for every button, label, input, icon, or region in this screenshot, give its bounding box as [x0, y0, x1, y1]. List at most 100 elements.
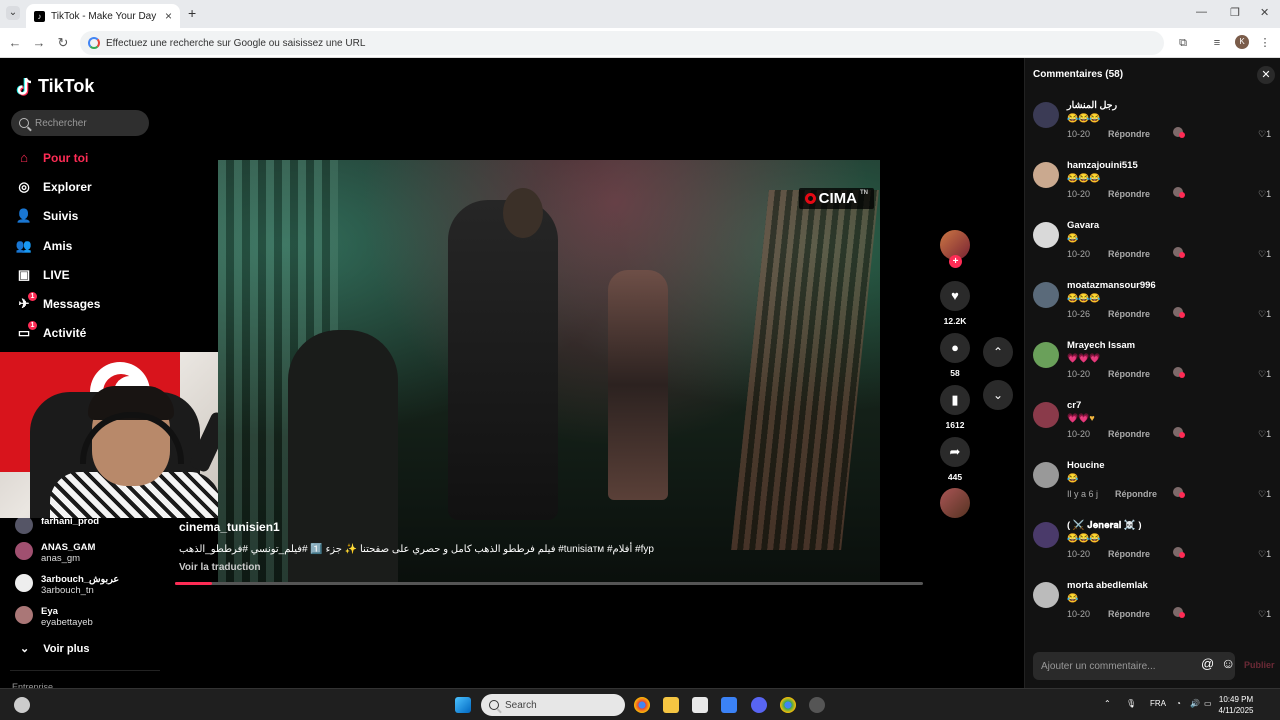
window-close-icon[interactable]: ✕	[1260, 6, 1269, 19]
close-comments-icon[interactable]: ✕	[1257, 66, 1275, 84]
comment-like-button[interactable]: ♡1	[1258, 549, 1271, 560]
tiktok-logo[interactable]: TikTok	[16, 76, 94, 97]
comment-like-button[interactable]: ♡1	[1258, 309, 1271, 320]
reply-button[interactable]: Répondre	[1108, 609, 1150, 619]
previous-video-button[interactable]: ⌃	[983, 337, 1013, 367]
minimize-icon[interactable]: —	[1196, 6, 1207, 18]
see-more-button[interactable]: ⌄ Voir plus	[20, 642, 89, 656]
emoji-icon[interactable]: ☺	[1221, 655, 1235, 671]
avatar[interactable]	[1033, 462, 1059, 488]
avatar[interactable]	[1033, 282, 1059, 308]
nav-activite[interactable]: ▭ 1 Activité	[15, 321, 86, 341]
following-account[interactable]: ANAS_GAM anas_gm	[15, 542, 95, 564]
comment-username[interactable]: hamzajouini515	[1067, 160, 1138, 171]
wifi-icon[interactable]: ◔	[1176, 699, 1181, 708]
reply-button[interactable]: Répondre	[1108, 129, 1150, 139]
nav-explorer[interactable]: ◎ Explorer	[15, 179, 91, 195]
comment-input[interactable]: @ ☺	[1033, 652, 1235, 680]
avatar[interactable]	[1033, 102, 1059, 128]
comment-username[interactable]: Gavara	[1067, 220, 1099, 231]
microphone-icon[interactable]: 🎙	[1126, 699, 1136, 708]
profile-avatar[interactable]: K	[1235, 35, 1249, 49]
obs-icon[interactable]	[809, 697, 825, 713]
post-button[interactable]: Publier	[1244, 660, 1275, 670]
widgets-icon[interactable]	[14, 697, 30, 713]
mention-icon[interactable]: @	[1201, 656, 1214, 671]
avatar[interactable]	[1033, 402, 1059, 428]
browser-menu-icon[interactable]: ⋮	[1258, 36, 1272, 50]
comment-username[interactable]: morta abedlemlak	[1067, 580, 1148, 591]
reload-icon[interactable]: ↻	[54, 34, 72, 52]
comment-username[interactable]: Mrayech Issam	[1067, 340, 1135, 351]
mail-icon[interactable]	[721, 697, 737, 713]
extensions-icon[interactable]: ⧉	[1176, 36, 1190, 50]
tray-chevron-icon[interactable]: ⌃	[1104, 699, 1111, 708]
comment-like-button[interactable]: ♡1	[1258, 129, 1271, 140]
forward-icon[interactable]: →	[30, 34, 48, 52]
volume-icon[interactable]: 🔊	[1190, 699, 1200, 708]
avatar[interactable]	[1033, 522, 1059, 548]
comment-username[interactable]: Houcine	[1067, 460, 1104, 471]
comment-username[interactable]: moatazmansour996	[1067, 280, 1156, 291]
avatar[interactable]	[1033, 342, 1059, 368]
video-player[interactable]: CIMA TN	[218, 160, 880, 584]
comment-like-button[interactable]: ♡1	[1258, 429, 1271, 440]
next-video-button[interactable]: ⌄	[983, 380, 1013, 410]
store-icon[interactable]	[692, 697, 708, 713]
avatar[interactable]	[1033, 162, 1059, 188]
reply-button[interactable]: Répondre	[1108, 549, 1150, 559]
new-tab-icon[interactable]: +	[188, 5, 196, 21]
comment-button[interactable]: ●	[940, 333, 970, 363]
comment-like-button[interactable]: ♡1	[1258, 369, 1271, 380]
discord-icon[interactable]	[751, 697, 767, 713]
reply-button[interactable]: Répondre	[1108, 249, 1150, 259]
follow-plus-icon[interactable]: +	[949, 255, 962, 268]
comment-like-button[interactable]: ♡1	[1258, 489, 1271, 500]
taskbar-clock[interactable]: 10:49 PM 4/11/2025	[1206, 694, 1266, 716]
avatar[interactable]	[1033, 222, 1059, 248]
nav-suivis[interactable]: 👤 Suivis	[15, 208, 78, 224]
nav-pour-toi[interactable]: ⌂ Pour toi	[15, 150, 88, 166]
avatar[interactable]	[1033, 582, 1059, 608]
tab-search-icon[interactable]: ⌄	[6, 6, 20, 20]
comment-like-button[interactable]: ♡1	[1258, 249, 1271, 260]
nav-messages[interactable]: ✈ 1 Messages	[15, 292, 100, 312]
reply-button[interactable]: Répondre	[1108, 189, 1150, 199]
nav-amis[interactable]: 👥 Amis	[15, 238, 72, 254]
back-icon[interactable]: ←	[6, 34, 24, 52]
file-explorer-icon[interactable]	[663, 697, 679, 713]
search-input[interactable]: Rechercher	[11, 110, 149, 136]
windows-start-icon[interactable]	[455, 697, 471, 713]
video-progress-bar[interactable]	[175, 582, 923, 585]
tab-close-icon[interactable]: ×	[165, 9, 172, 23]
activity-badge: 1	[28, 321, 37, 330]
see-translation-link[interactable]: Voir la traduction	[179, 562, 261, 573]
address-bar[interactable]: Effectuez une recherche sur Google ou sa…	[80, 31, 1164, 55]
maximize-icon[interactable]: ❐	[1230, 6, 1240, 19]
language-indicator[interactable]: FRA	[1150, 699, 1166, 708]
chrome-icon[interactable]	[634, 697, 650, 713]
save-button[interactable]: ▮	[940, 385, 970, 415]
nav-live[interactable]: ▣ LIVE	[15, 267, 70, 283]
like-button[interactable]: ♥	[940, 281, 970, 311]
taskbar-search[interactable]: Search	[481, 694, 625, 716]
reply-button[interactable]: Répondre	[1108, 429, 1150, 439]
reply-button[interactable]: Répondre	[1108, 369, 1150, 379]
following-account[interactable]: Eya eyabettayeb	[15, 606, 93, 628]
reply-button[interactable]: Répondre	[1115, 489, 1157, 499]
comment-like-button[interactable]: ♡1	[1258, 189, 1271, 200]
comment-username[interactable]: ( ⚔️ 𝐉𝐞𝐧𝐞𝐫𝐚𝐥 ☠️ )	[1067, 520, 1142, 531]
comment-username[interactable]: cr7	[1067, 400, 1081, 411]
reading-list-icon[interactable]: ≡	[1210, 36, 1224, 50]
sound-disc[interactable]	[940, 488, 970, 518]
comment-like-button[interactable]: ♡1	[1258, 609, 1271, 620]
comment-username[interactable]: رجل المنشار	[1067, 100, 1117, 111]
chrome-profile-icon[interactable]	[780, 697, 796, 713]
reply-button[interactable]: Répondre	[1108, 309, 1150, 319]
comment-text-field[interactable]	[1041, 660, 1181, 672]
following-account[interactable]: 3arbouch_عربوش 3arbouch_tn	[15, 574, 119, 596]
share-button[interactable]: ➦	[940, 437, 970, 467]
browser-tab[interactable]: ♪ TikTok - Make Your Day ×	[26, 4, 180, 28]
following-account[interactable]: farhani_prod	[15, 516, 99, 534]
video-author[interactable]: cinema_tunisien1	[179, 520, 280, 534]
